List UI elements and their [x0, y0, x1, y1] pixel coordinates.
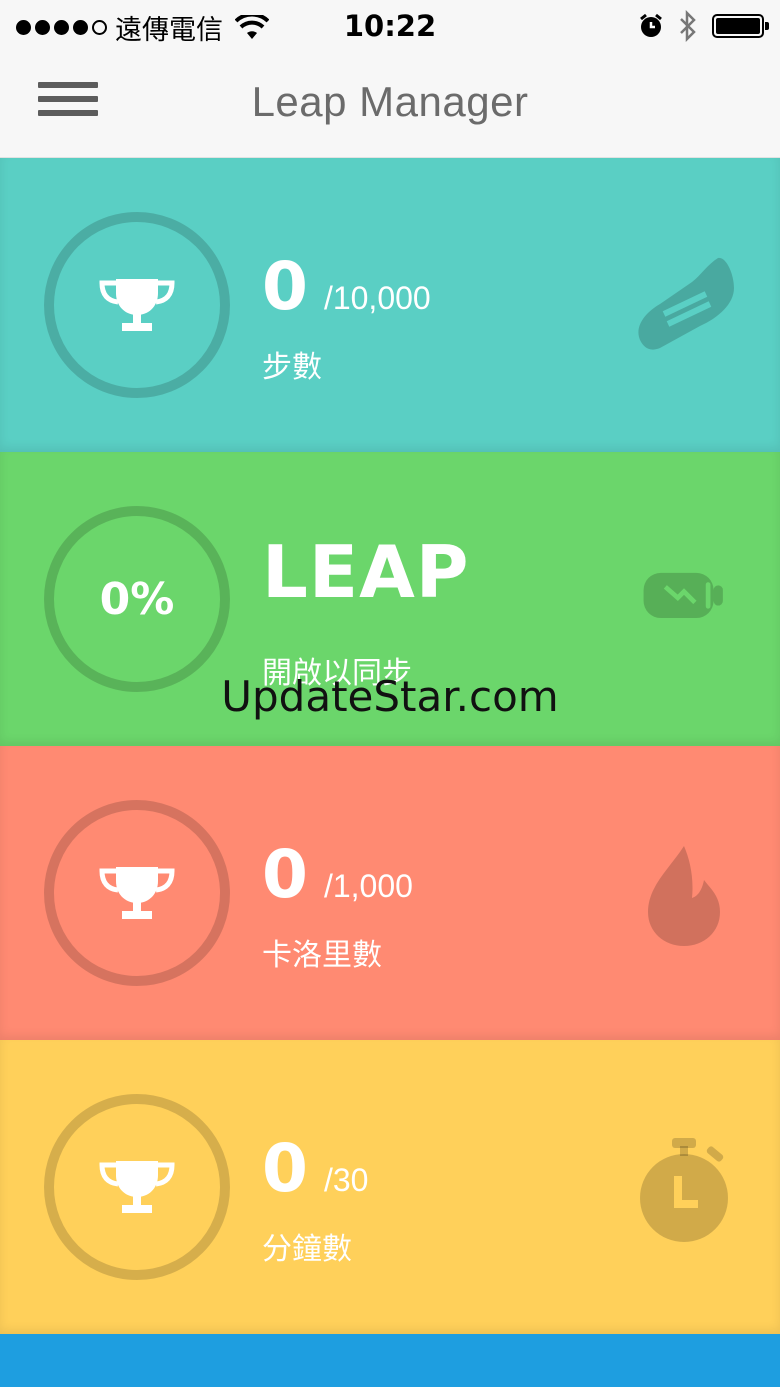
device-name: LEAP [262, 530, 470, 614]
steps-label: 步數 [262, 350, 322, 385]
battery-icon [712, 14, 769, 38]
leap-device-card[interactable]: 0% LEAP 開啟以同步 [0, 452, 780, 748]
battery-progress-ring: 0% [44, 506, 230, 692]
minutes-label: 分鐘數 [262, 1232, 352, 1267]
steps-value-row: 0 /10,000 [262, 254, 431, 320]
alarm-clock-icon [640, 13, 662, 37]
steps-progress-ring [44, 212, 230, 398]
steps-value: 0 [262, 248, 308, 325]
trophy-icon [99, 1161, 175, 1213]
calories-value-row: 0 /1,000 [262, 842, 413, 908]
bluetooth-icon [680, 10, 696, 42]
minutes-value: 0 [262, 1130, 308, 1207]
minutes-goal: /30 [323, 1162, 369, 1198]
battery-percent: 0% [99, 573, 175, 625]
nav-bar: Leap Manager [0, 54, 780, 158]
stopwatch-icon [640, 1138, 728, 1242]
steps-card[interactable]: 0 /10,000 步數 [0, 158, 780, 454]
minutes-card[interactable]: 0 /30 分鐘數 [0, 1040, 780, 1336]
trophy-icon [99, 867, 175, 919]
calories-value: 0 [262, 836, 308, 913]
minutes-progress-ring [44, 1094, 230, 1280]
status-bar: 遠傳電信 10:22 [0, 0, 780, 54]
minutes-value-row: 0 /30 [262, 1136, 368, 1202]
sneaker-icon [638, 257, 734, 350]
steps-goal: /10,000 [323, 280, 431, 316]
next-card-strip[interactable] [0, 1334, 780, 1387]
trophy-icon [99, 279, 175, 331]
battery-charging-icon [643, 572, 723, 618]
flame-icon [648, 846, 720, 946]
calories-label: 卡洛里數 [262, 938, 382, 973]
status-right [638, 10, 769, 42]
calories-progress-ring [44, 800, 230, 986]
calories-card[interactable]: 0 /1,000 卡洛里數 [0, 746, 780, 1042]
page-title: Leap Manager [251, 78, 529, 125]
sync-instruction: 開啟以同步 [262, 656, 412, 691]
calories-goal: /1,000 [323, 868, 413, 904]
